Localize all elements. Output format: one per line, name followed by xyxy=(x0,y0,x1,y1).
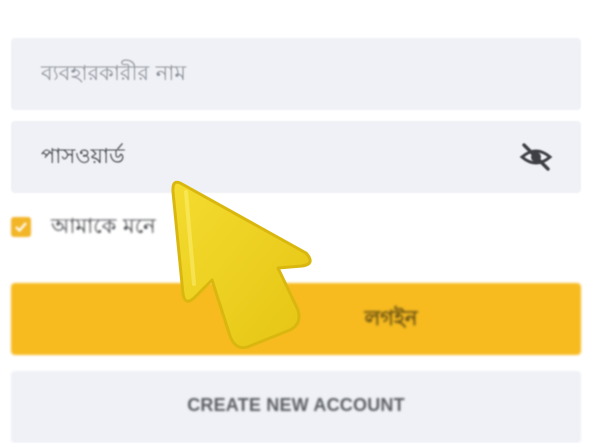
login-button[interactable]: লগইন xyxy=(11,283,581,355)
remember-me-row[interactable]: আমাকে মনে xyxy=(11,212,156,242)
login-button-label: লগইন xyxy=(364,305,418,330)
remember-me-checkbox[interactable] xyxy=(11,217,31,237)
username-field[interactable]: ব্যবহারকারীর নাম xyxy=(11,38,581,110)
password-field[interactable]: পাসওয়ার্ড xyxy=(11,121,581,193)
remember-me-label: আমাকে মনে xyxy=(51,213,156,238)
create-account-button[interactable]: CREATE NEW ACCOUNT xyxy=(11,371,581,443)
password-value: পাসওয়ার্ড xyxy=(41,143,125,168)
eye-off-icon[interactable] xyxy=(519,142,553,172)
checkmark-icon xyxy=(15,222,27,233)
username-placeholder: ব্যবহারকারীর নাম xyxy=(41,60,186,85)
create-account-label: CREATE NEW ACCOUNT xyxy=(187,395,405,415)
